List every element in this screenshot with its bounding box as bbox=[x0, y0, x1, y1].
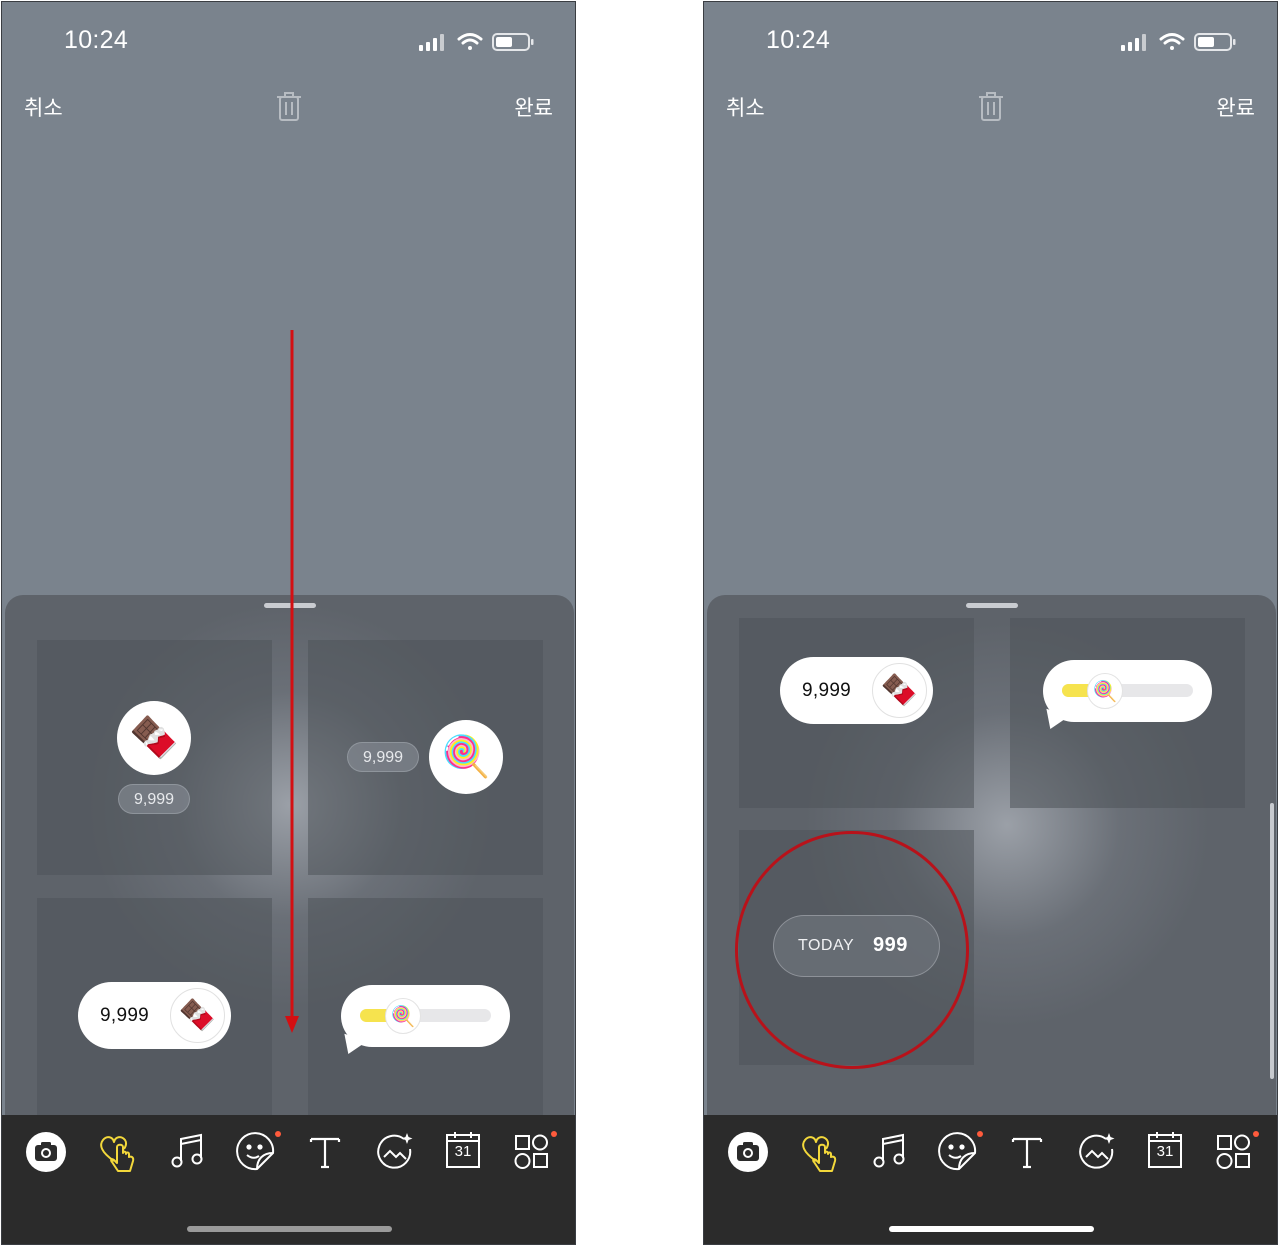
chocolate-icon: 🍫 bbox=[872, 663, 927, 718]
sticker-count: 9,999 bbox=[347, 742, 420, 772]
speech-tail bbox=[338, 1033, 368, 1059]
magic-photo-icon[interactable] bbox=[374, 1131, 414, 1171]
speech-tail bbox=[1040, 708, 1070, 734]
status-time: 10:24 bbox=[766, 26, 831, 54]
done-button[interactable]: 완료 bbox=[1216, 92, 1255, 122]
status-icons bbox=[1121, 30, 1239, 54]
camera-icon[interactable] bbox=[25, 1131, 66, 1172]
phone-screen-left: 10:24 취소 완료 🍫 9,999 9,999 🍭 9,999 🍫 🍭 31 bbox=[1, 1, 576, 1245]
slider-sticker: 🍭 bbox=[338, 985, 510, 1059]
phone-screen-right: 10:24 취소 완료 9,999 🍫 🍭 TODAY 999 31 bbox=[703, 1, 1278, 1245]
widgets-icon[interactable] bbox=[513, 1131, 557, 1171]
heart-tap-icon[interactable] bbox=[97, 1131, 137, 1172]
camera-icon[interactable] bbox=[727, 1131, 768, 1172]
done-button[interactable]: 완료 bbox=[514, 92, 553, 122]
slider-sticker: 🍭 bbox=[1040, 660, 1212, 734]
lollipop-icon[interactable]: 🍭 bbox=[385, 998, 422, 1034]
trash-icon[interactable] bbox=[976, 90, 1006, 122]
home-indicator[interactable] bbox=[187, 1226, 392, 1232]
new-badge bbox=[977, 1131, 983, 1137]
slider-track: 🍭 bbox=[360, 998, 491, 1034]
battery-icon bbox=[492, 33, 534, 51]
music-note-icon[interactable] bbox=[870, 1131, 910, 1171]
lollipop-icon[interactable]: 🍭 bbox=[1087, 673, 1124, 709]
sticker-tile-slider[interactable]: 🍭 bbox=[308, 898, 543, 1117]
calendar-icon[interactable]: 31 bbox=[443, 1131, 483, 1171]
cancel-button[interactable]: 취소 bbox=[24, 92, 63, 122]
highlight-circle bbox=[735, 831, 969, 1069]
sheet-drag-handle[interactable] bbox=[966, 603, 1018, 608]
new-badge bbox=[275, 1131, 281, 1137]
trash-icon[interactable] bbox=[274, 90, 304, 122]
scroll-indicator[interactable] bbox=[1270, 803, 1274, 1079]
signal-icon bbox=[419, 34, 444, 51]
text-icon[interactable] bbox=[1007, 1131, 1047, 1171]
chocolate-icon: 🍫 bbox=[170, 988, 225, 1043]
new-badge bbox=[551, 1131, 557, 1137]
pill-count: 9,999 bbox=[100, 1004, 150, 1026]
pill-count: 9,999 bbox=[802, 679, 852, 701]
sticker-icon[interactable] bbox=[937, 1131, 983, 1171]
wifi-icon bbox=[1159, 33, 1185, 50]
sticker-tile-lollipop-circle[interactable]: 9,999 🍭 bbox=[308, 640, 543, 875]
calendar-icon[interactable]: 31 bbox=[1145, 1131, 1185, 1171]
text-icon[interactable] bbox=[305, 1131, 345, 1171]
sticker-tile-chocolate-circle[interactable]: 🍫 9,999 bbox=[37, 640, 272, 875]
new-badge bbox=[1253, 1131, 1259, 1137]
status-icons bbox=[419, 30, 537, 54]
slider-track: 🍭 bbox=[1062, 673, 1193, 709]
sticker-count: 9,999 bbox=[118, 784, 191, 814]
heart-tap-icon[interactable] bbox=[799, 1131, 839, 1172]
signal-icon bbox=[1121, 34, 1146, 51]
chocolate-icon: 🍫 bbox=[117, 701, 191, 775]
music-note-icon[interactable] bbox=[168, 1131, 208, 1171]
widgets-icon[interactable] bbox=[1215, 1131, 1259, 1171]
lollipop-icon: 🍭 bbox=[429, 720, 503, 794]
sticker-tile-chocolate-pill[interactable]: 9,999 🍫 bbox=[739, 618, 974, 808]
calendar-day: 31 bbox=[1156, 1143, 1174, 1160]
home-indicator[interactable] bbox=[889, 1226, 1094, 1232]
cancel-button[interactable]: 취소 bbox=[726, 92, 765, 122]
sticker-icon[interactable] bbox=[235, 1131, 281, 1171]
bottom-toolbar: 31 bbox=[704, 1115, 1277, 1244]
sticker-tile-slider[interactable]: 🍭 bbox=[1010, 618, 1245, 808]
count-pill-sticker: 9,999 🍫 bbox=[780, 657, 933, 724]
swipe-down-arrow bbox=[282, 330, 302, 1036]
calendar-day: 31 bbox=[454, 1143, 472, 1160]
sticker-tile-chocolate-pill[interactable]: 9,999 🍫 bbox=[37, 898, 272, 1117]
wifi-icon bbox=[457, 33, 483, 50]
magic-photo-icon[interactable] bbox=[1076, 1131, 1116, 1171]
bottom-toolbar: 31 bbox=[2, 1115, 575, 1244]
status-time: 10:24 bbox=[64, 26, 129, 54]
count-pill-sticker: 9,999 🍫 bbox=[78, 982, 231, 1049]
battery-icon bbox=[1194, 33, 1236, 51]
